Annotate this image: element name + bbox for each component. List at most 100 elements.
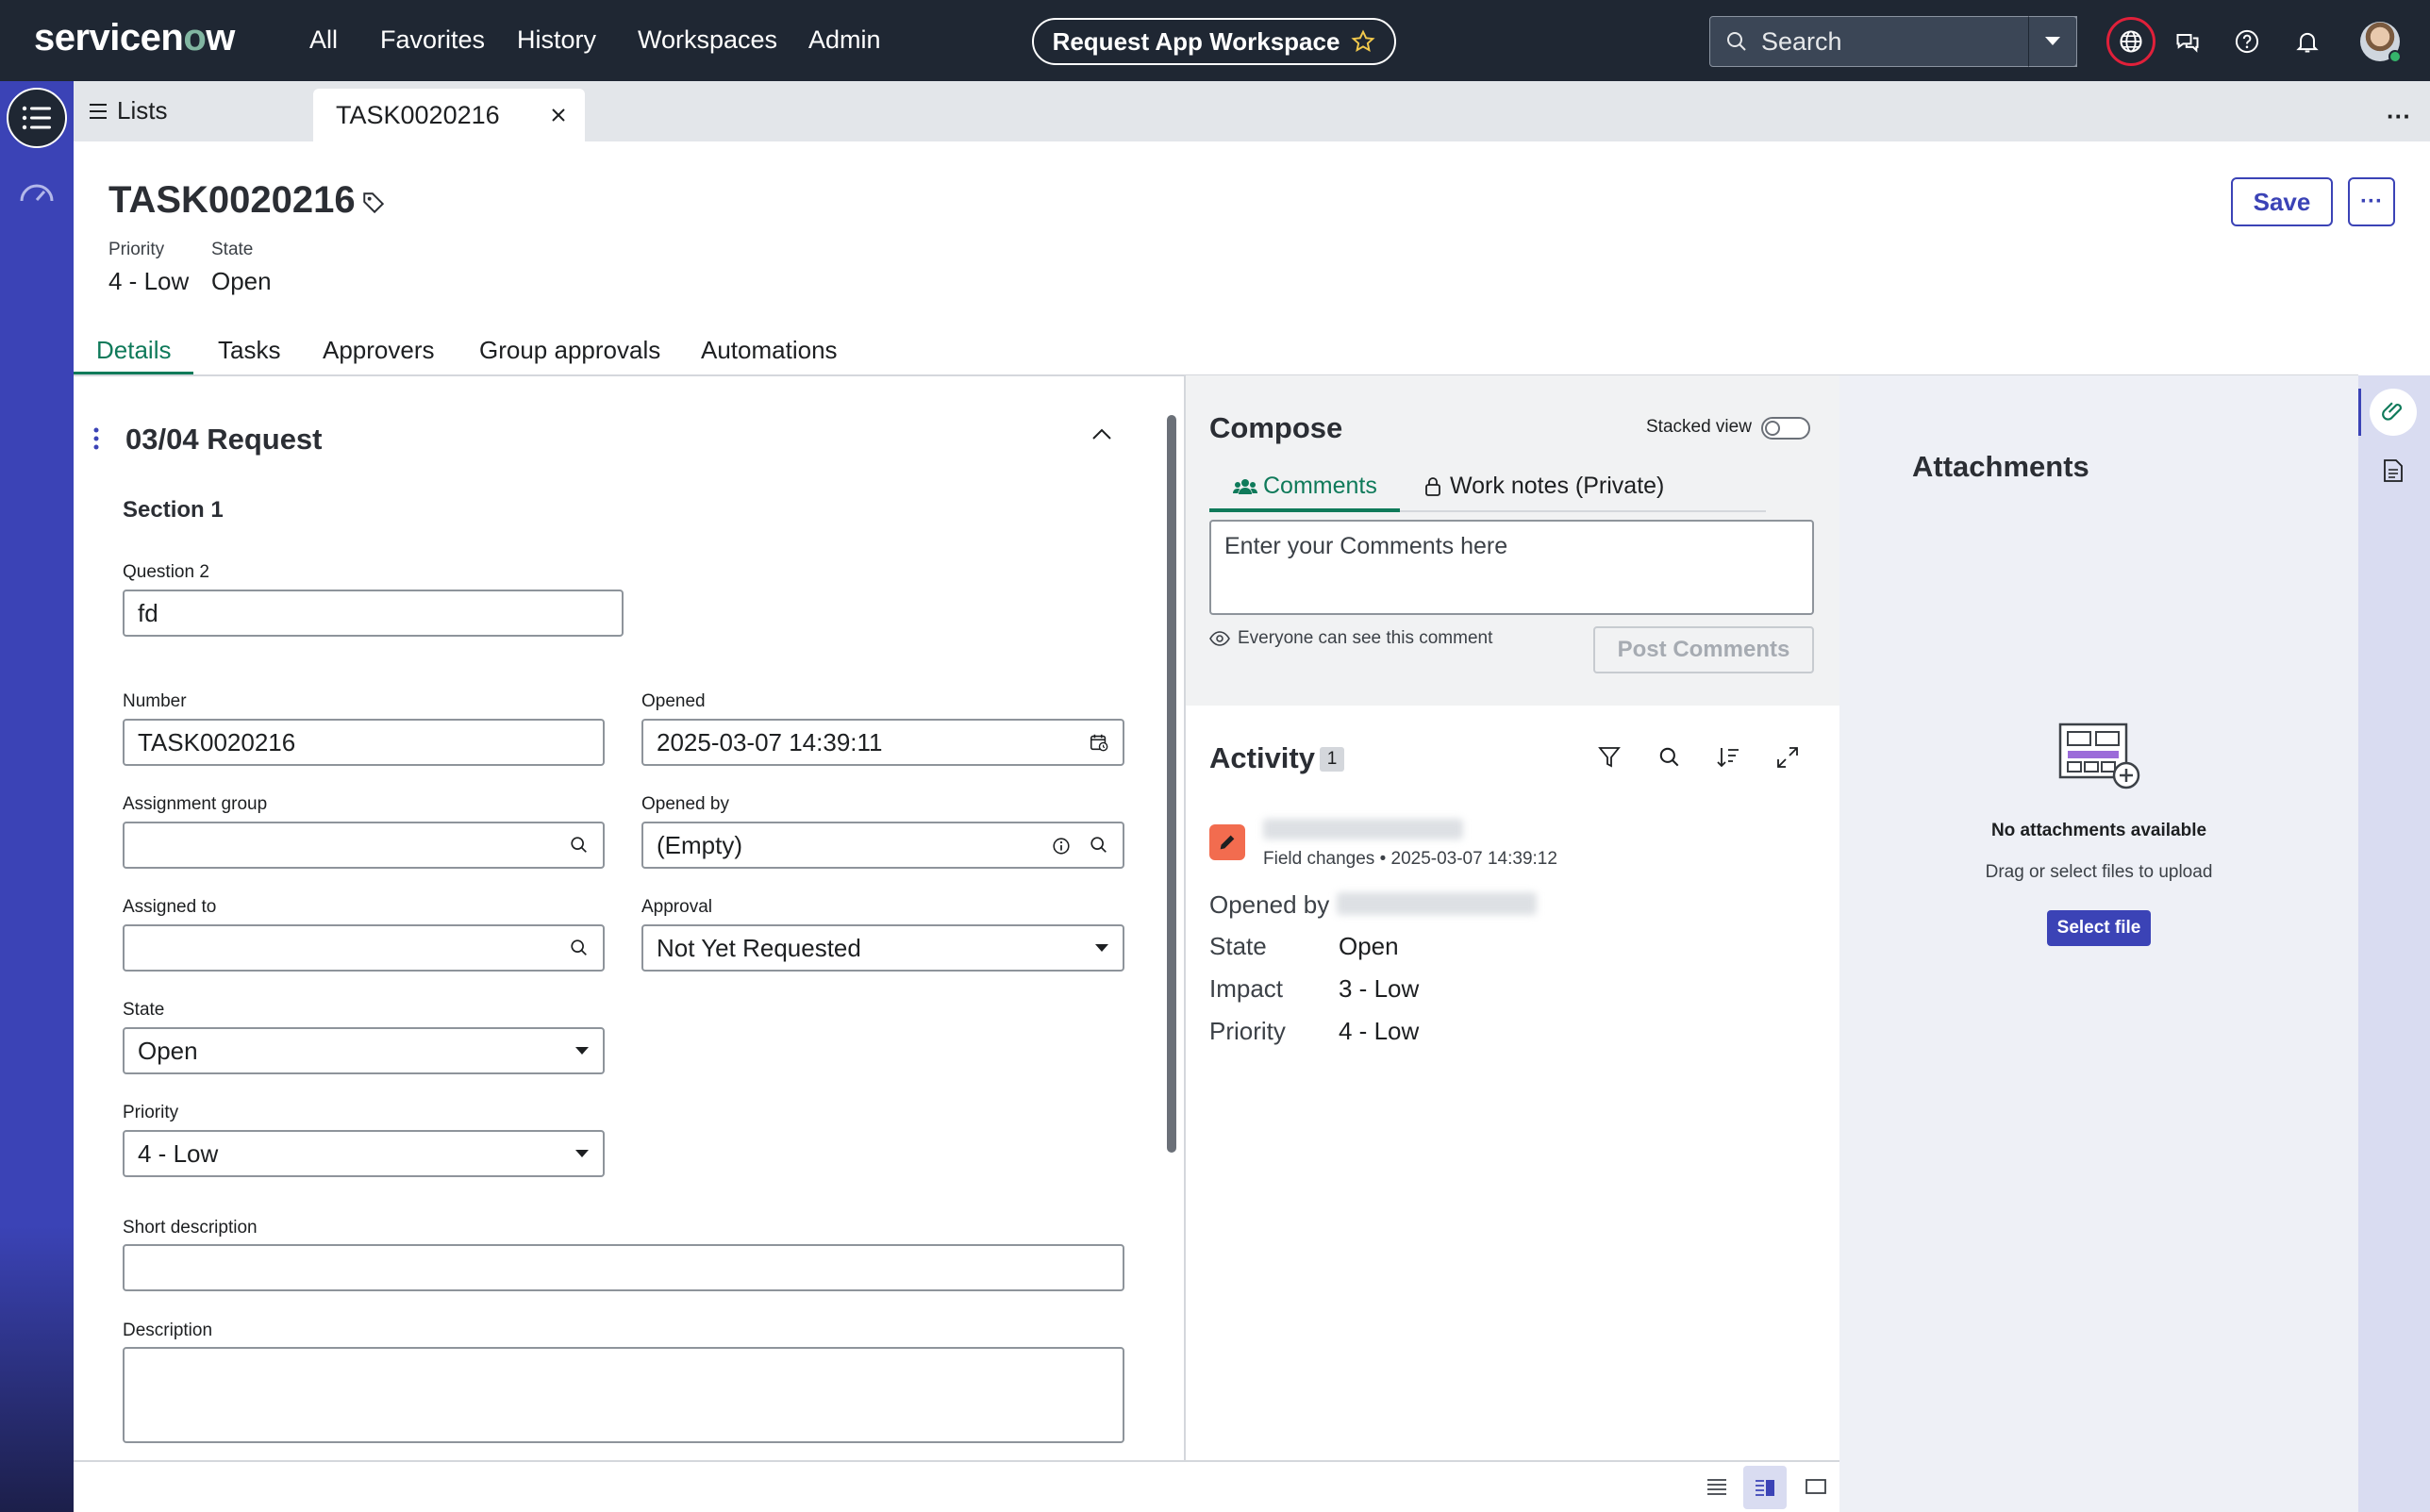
close-icon[interactable] [551,108,566,123]
activity-count-badge: 1 [1320,747,1344,772]
subsection-title: Section 1 [123,497,224,523]
nav-all[interactable]: All [309,25,338,55]
activity-entry-meta: Field changes • 2025-03-07 14:39:12 [1263,849,1557,869]
stacked-view-toggle[interactable] [1761,417,1810,440]
post-comments-button[interactable]: Post Comments [1593,626,1814,673]
section-title: 03/04 Request [125,423,323,456]
help-icon[interactable] [2229,24,2265,59]
approval-select[interactable]: Not Yet Requested [641,924,1124,972]
activity-title: Activity [1209,741,1315,774]
search-icon[interactable] [1089,835,1109,856]
globe-icon[interactable] [2106,17,2155,66]
full-width-layout-icon[interactable] [1805,1477,1827,1496]
question2-input[interactable]: fd [123,590,624,637]
opened-input[interactable]: 2025-03-07 14:39:11 [641,719,1124,766]
comment-textarea[interactable]: Enter your Comments here [1209,520,1814,615]
split-layout-icon[interactable] [1743,1466,1787,1509]
description-textarea[interactable] [123,1347,1124,1443]
opened-by-value: (Empty) [657,830,742,859]
attachments-panel: Attachments No attachments available Dra… [1839,375,2358,1512]
people-icon [1233,478,1257,494]
tag-icon[interactable] [361,191,386,215]
document-icon[interactable] [2383,458,2404,483]
header-priority-label: Priority [108,240,165,259]
approval-label: Approval [641,897,712,917]
tab-details[interactable]: Details [96,336,171,365]
sort-icon[interactable] [1716,745,1740,770]
search-placeholder: Search [1761,26,1842,56]
record-tab[interactable]: TASK0020216 [313,89,585,141]
search-icon[interactable] [569,835,590,856]
compose-panel: Compose Stacked view Comments Work notes… [1186,375,1839,706]
search-icon[interactable] [569,938,590,958]
star-icon[interactable] [1351,29,1375,54]
search-icon[interactable] [1657,745,1682,770]
hamburger-icon [90,103,107,119]
lists-tab[interactable]: Lists [89,96,167,125]
lists-label: Lists [117,96,168,125]
chevron-up-icon[interactable] [1090,426,1113,441]
visibility-note: Everyone can see this comment [1209,628,1492,649]
list-menu-icon[interactable] [7,88,67,148]
search-icon [1725,30,1748,53]
nav-favorites[interactable]: Favorites [380,25,485,55]
tab-approvers[interactable]: Approvers [323,336,435,365]
workspace-pill[interactable]: Request App Workspace [1032,18,1396,65]
tab-tasks[interactable]: Tasks [218,336,280,365]
single-column-layout-icon[interactable] [1706,1477,1728,1496]
comments-tab-indicator [1209,508,1400,512]
more-actions-button[interactable]: ··· [2348,177,2395,226]
compose-tabs-divider [1400,510,1766,512]
dashboard-gauge-icon[interactable] [19,181,55,204]
workspace-label: Request App Workspace [1052,26,1340,56]
form-scrollbar[interactable] [1167,415,1176,1153]
nav-workspaces[interactable]: Workspaces [638,25,777,55]
layout-bar [74,1460,1839,1512]
opened-by-input[interactable]: (Empty) [641,822,1124,869]
assignment-group-input[interactable] [123,822,605,869]
priority-value: 4 - Low [138,1138,219,1168]
record-tab-label: TASK0020216 [336,100,500,129]
priority-select[interactable]: 4 - Low [123,1130,605,1177]
left-rail [0,81,74,1512]
caret-down-icon [574,1046,590,1055]
global-search-input[interactable]: Search [1709,16,2077,67]
number-input[interactable]: TASK0020216 [123,719,605,766]
pencil-icon [1209,824,1245,860]
chat-icon[interactable] [2170,24,2205,59]
state-value: Open [138,1036,198,1065]
save-button[interactable]: Save [2231,177,2333,226]
filter-icon[interactable] [1598,745,1621,770]
tab-automations[interactable]: Automations [701,336,838,365]
short-description-input[interactable] [123,1244,1124,1291]
compose-title: Compose [1209,411,1343,444]
select-file-button[interactable]: Select file [2047,910,2151,946]
nav-history[interactable]: History [517,25,596,55]
expand-icon[interactable] [1775,745,1800,770]
info-icon[interactable] [1051,836,1072,856]
nav-admin[interactable]: Admin [808,25,881,55]
activity-field-value: 4 - Low [1339,1017,1420,1045]
opened-value: 2025-03-07 14:39:11 [657,727,883,756]
workspace-tab-bar: Lists TASK0020216 ··· [74,81,2430,141]
caret-down-icon [2045,37,2060,45]
presence-indicator [2388,50,2402,63]
bell-icon[interactable] [2289,24,2325,59]
state-select[interactable]: Open [123,1027,605,1074]
comments-tab[interactable]: Comments [1233,473,1377,500]
tab-group-approvals[interactable]: Group approvals [479,336,660,365]
opened-by-key: Opened by [1209,890,1330,919]
search-scope-dropdown[interactable] [2028,16,2077,67]
priority-label: Priority [123,1103,179,1122]
servicenow-logo[interactable]: servicenow [34,17,235,59]
assigned-to-input[interactable] [123,924,605,972]
state-label: State [123,1000,165,1020]
question2-label: Question 2 [123,562,209,582]
work-notes-tab[interactable]: Work notes (Private) [1423,473,1664,500]
paperclip-icon[interactable] [2370,389,2417,436]
stacked-view-label: Stacked view [1646,417,1752,437]
tab-overflow-icon[interactable]: ··· [2387,102,2411,131]
drag-handle-icon[interactable] [92,426,100,451]
calendar-icon[interactable] [1089,732,1109,753]
number-label: Number [123,691,187,711]
